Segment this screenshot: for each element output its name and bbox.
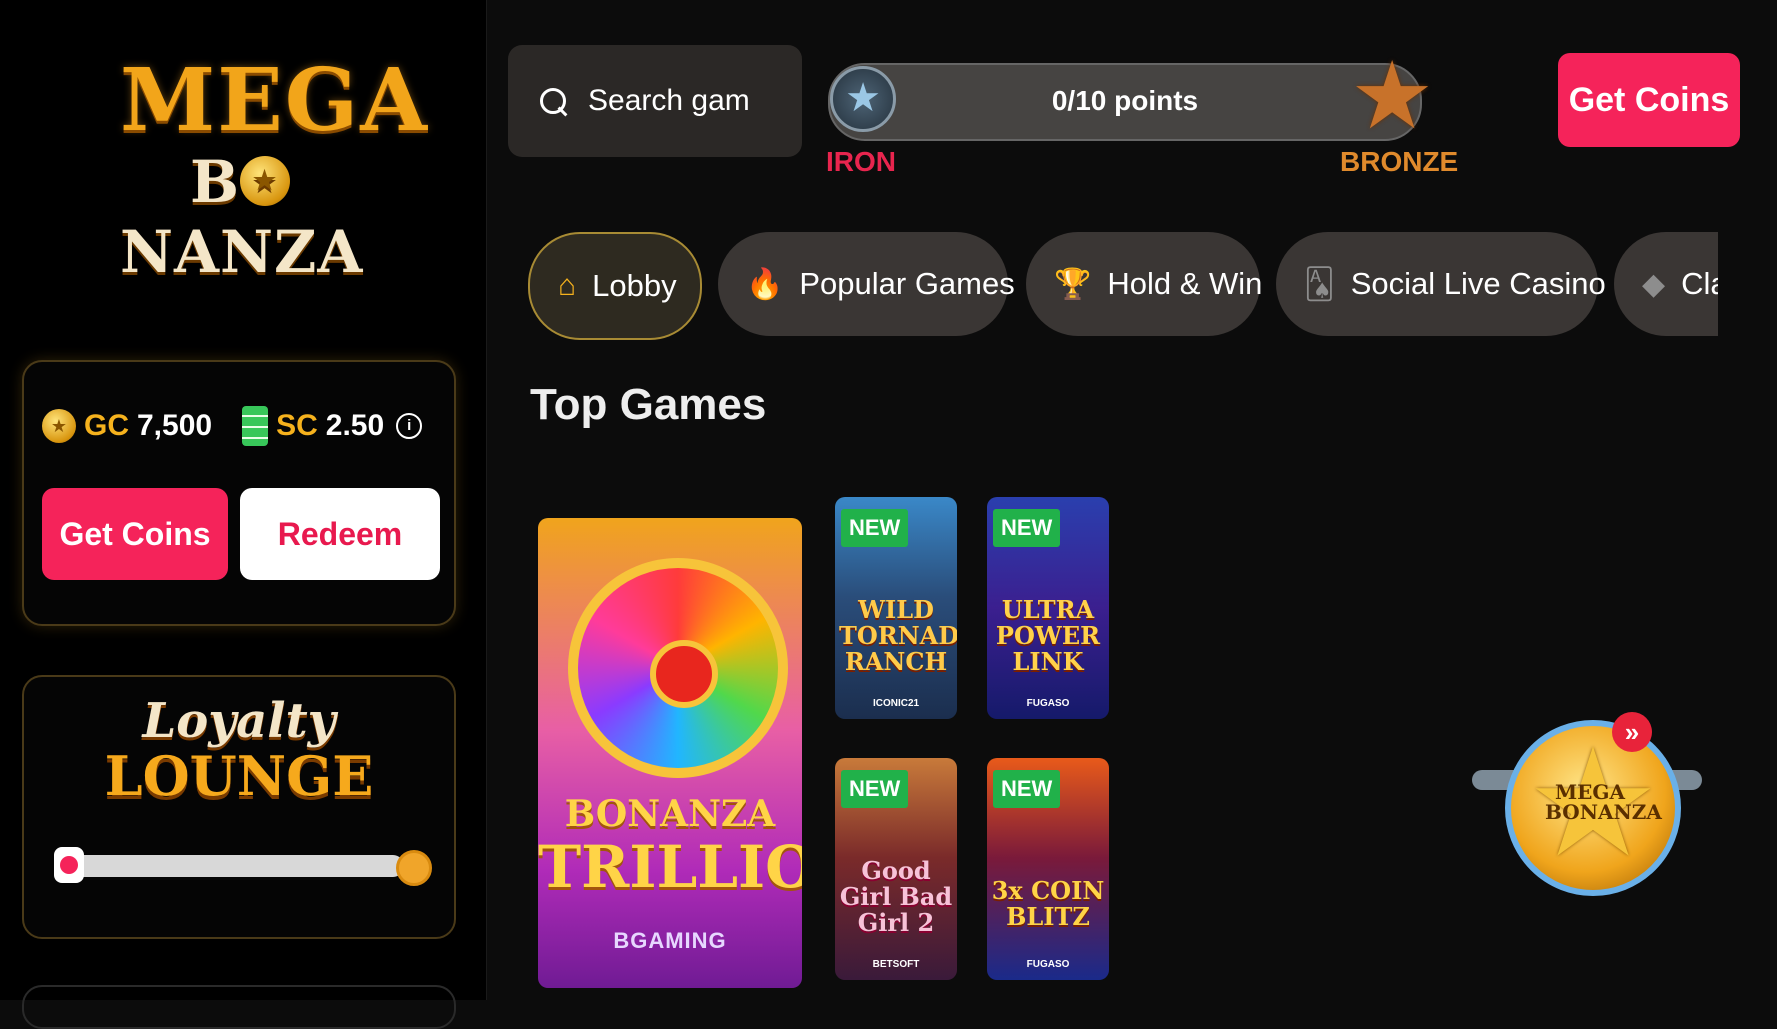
sweeps-cash-icon xyxy=(242,406,269,446)
game-card[interactable]: NEW Good Girl Bad Girl 2 BETSOFT xyxy=(835,758,957,980)
game-card[interactable]: NEW 3x COIN BLITZ FUGASO xyxy=(987,758,1109,980)
loyalty-title-line2: LOUNGE xyxy=(104,744,374,808)
tab-popular-games[interactable]: 🔥 Popular Games xyxy=(718,232,1015,336)
loyalty-progress-bar xyxy=(64,855,404,877)
badge-label: MEGA BONANZA xyxy=(1545,780,1662,824)
sc-balance: 2.50 xyxy=(325,409,385,442)
tab-hold-and-win[interactable]: 🏆 Hold & Win xyxy=(1026,232,1263,336)
gc-label: GC xyxy=(84,409,129,442)
gold-coin-icon: ★ xyxy=(42,409,76,443)
game-card-featured[interactable]: BONANZA TRILLION BGAMING xyxy=(538,518,802,988)
new-badge: NEW xyxy=(841,770,909,808)
home-icon: ⌂ xyxy=(558,269,577,302)
tab-social-live-casino[interactable]: 🂡 Social Live Casino xyxy=(1276,232,1606,336)
tab-classics[interactable]: ◆ Cla xyxy=(1614,232,1718,336)
tab-label: Lobby xyxy=(592,268,677,303)
game-title: Good Girl Bad Girl 2 xyxy=(839,856,953,937)
loyalty-progress-start-marker xyxy=(54,847,84,883)
search-bar[interactable] xyxy=(508,45,802,157)
clover-artwork xyxy=(568,558,788,778)
mega-bonanza-logo[interactable]: MEGA B ★NANZA xyxy=(120,50,429,287)
sheriff-badge-widget[interactable]: ★ MEGA BONANZA » xyxy=(1472,700,1702,940)
tab-label: Popular Games xyxy=(799,266,1015,301)
new-badge: NEW xyxy=(993,509,1061,547)
game-provider: BGAMING xyxy=(613,928,727,953)
game-card[interactable]: NEW WILD TORNADO RANCH ICONIC21 xyxy=(835,497,957,719)
new-badge: NEW xyxy=(841,509,909,547)
search-icon xyxy=(540,88,566,114)
game-title: WILD TORNADO RANCH xyxy=(839,595,957,676)
double-chevron-icon[interactable]: » xyxy=(1612,712,1652,752)
game-provider: FUGASO xyxy=(1026,698,1070,709)
game-title: ULTRA POWER LINK xyxy=(995,595,1101,676)
game-card[interactable]: NEW ULTRA POWER LINK FUGASO xyxy=(987,497,1109,719)
logo-bonanza-text: B ★NANZA xyxy=(120,148,364,286)
logo-coin-icon: ★ xyxy=(240,156,291,206)
balance-row: ★ GC 7,500 SC 2.50 i xyxy=(42,406,423,446)
bronze-star-icon: ★ xyxy=(1350,43,1435,148)
new-badge: NEW xyxy=(993,770,1061,808)
section-title-top-games: Top Games xyxy=(530,380,767,429)
sidebar: MEGA B ★NANZA ★ GC 7,500 SC 2.50 i Get Co… xyxy=(0,0,487,1029)
flame-icon: 🔥 xyxy=(746,267,784,301)
gc-balance: 7,500 xyxy=(137,409,213,442)
tab-label: Hold & Win xyxy=(1107,266,1263,301)
tier-progress-bar: 0/10 points xyxy=(828,63,1422,141)
tier-progress-text: 0/10 points xyxy=(1051,85,1199,116)
tab-label: Cla xyxy=(1681,266,1718,301)
trophy-icon: 🏆 xyxy=(1054,267,1092,301)
loyalty-lounge-panel[interactable]: Loyalty LOUNGE xyxy=(22,675,456,939)
game-title: BONANZA TRILLION xyxy=(538,793,802,901)
game-provider: FUGASO xyxy=(1026,959,1070,970)
sidebar-next-panel xyxy=(22,985,456,1029)
loyalty-progress-end-marker xyxy=(396,850,432,886)
logo-mega-text: MEGA xyxy=(120,50,429,151)
tab-label: Social Live Casino xyxy=(1350,266,1606,301)
game-provider: BETSOFT xyxy=(872,959,920,970)
loyalty-lounge-logo: Loyalty LOUNGE xyxy=(24,695,454,805)
redeem-button[interactable]: Redeem xyxy=(240,488,440,580)
game-provider: ICONIC21 xyxy=(872,698,920,709)
category-tabs: ⌂ Lobby 🔥 Popular Games 🏆 Hold & Win 🂡 S… xyxy=(528,232,1718,340)
info-icon[interactable]: i xyxy=(396,413,423,439)
header-get-coins-button[interactable]: Get Coins xyxy=(1558,53,1740,147)
sidebar-get-coins-button[interactable]: Get Coins xyxy=(42,488,228,580)
tab-lobby[interactable]: ⌂ Lobby xyxy=(528,232,702,340)
next-tier-label: BRONZE xyxy=(1340,146,1459,177)
wallet-panel: ★ GC 7,500 SC 2.50 i Get Coins Redeem xyxy=(22,360,456,626)
game-title: 3x COIN BLITZ xyxy=(991,876,1105,931)
loyalty-title-line1: Loyalty xyxy=(142,693,336,749)
sc-label: SC xyxy=(276,409,318,442)
iron-star-icon: ★ xyxy=(830,66,896,132)
card-icon: 🂡 xyxy=(1304,267,1335,301)
current-tier-label: IRON xyxy=(826,146,896,177)
diamond-icon: ◆ xyxy=(1642,267,1666,301)
search-input[interactable] xyxy=(586,83,790,119)
